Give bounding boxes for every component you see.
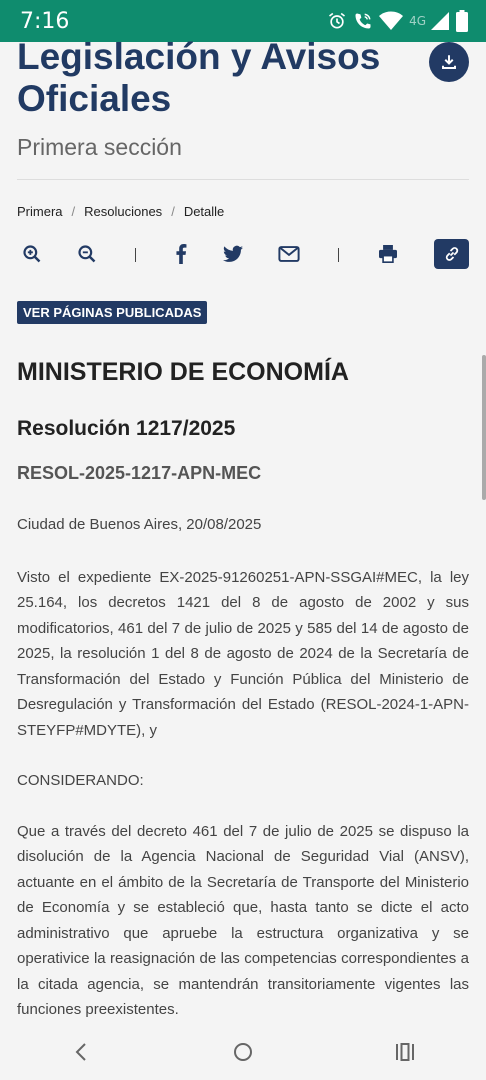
print-button[interactable] xyxy=(373,239,403,269)
toolbar-separator xyxy=(338,248,339,262)
resolucion-heading: Resolución 1217/2025 xyxy=(17,417,236,440)
email-share-button[interactable] xyxy=(274,239,304,269)
battery-icon xyxy=(456,10,468,32)
download-button[interactable] xyxy=(429,42,469,82)
download-icon xyxy=(442,55,456,69)
zoom-in-button[interactable] xyxy=(17,239,47,269)
breadcrumb-item-resoluciones[interactable]: Resoluciones xyxy=(84,204,162,219)
document-date: Ciudad de Buenos Aires, 20/08/2025 xyxy=(17,516,262,533)
toolbar-separator xyxy=(135,248,136,262)
status-time: 7:16 xyxy=(20,8,70,34)
signal-icon xyxy=(431,12,449,30)
recents-icon xyxy=(396,1043,414,1061)
mail-icon xyxy=(278,246,300,262)
status-icons: 4G xyxy=(327,10,468,32)
ministerio-heading: MINISTERIO DE ECONOMÍA xyxy=(17,358,349,386)
facebook-share-button[interactable] xyxy=(166,239,196,269)
printer-icon xyxy=(379,245,397,263)
breadcrumb-separator: / xyxy=(71,204,76,219)
divider xyxy=(17,179,469,180)
zoom-out-button[interactable] xyxy=(72,239,102,269)
page-subtitle: Primera sección xyxy=(17,134,182,160)
main-content: Legislación y Avisos Oficiales Primera s… xyxy=(17,36,469,1023)
wifi-calling-icon xyxy=(355,13,371,29)
recents-button[interactable] xyxy=(385,1032,425,1072)
link-icon xyxy=(445,247,458,261)
back-button[interactable] xyxy=(61,1032,101,1072)
zoom-in-icon xyxy=(23,245,41,263)
android-nav-bar xyxy=(0,1024,486,1080)
breadcrumb: Primera / Resoluciones / Detalle xyxy=(17,204,469,219)
zoom-out-icon xyxy=(78,245,96,263)
home-button[interactable] xyxy=(223,1032,263,1072)
considerando-paragraph: Que a través del decreto 461 del 7 de ju… xyxy=(17,822,469,1019)
copy-link-button[interactable] xyxy=(434,239,469,269)
twitter-icon xyxy=(223,245,243,262)
page-title: Legislación y Avisos Oficiales xyxy=(17,36,381,119)
twitter-share-button[interactable] xyxy=(218,239,248,269)
visto-paragraph: Visto el expediente EX-2025-91260251-APN… xyxy=(17,568,469,739)
resolucion-code: RESOL-2025-1217-APN-MEC xyxy=(17,463,262,483)
facebook-icon xyxy=(176,244,187,264)
network-type: 4G xyxy=(409,14,426,28)
breadcrumb-separator: / xyxy=(171,204,175,219)
ver-paginas-publicadas-button[interactable]: VER PÁGINAS PUBLICADAS xyxy=(17,301,208,324)
back-icon xyxy=(75,1043,86,1061)
breadcrumb-item-primera[interactable]: Primera xyxy=(17,204,63,219)
considerando-heading: CONSIDERANDO: xyxy=(17,772,144,789)
wifi-icon xyxy=(379,11,404,30)
alarm-icon xyxy=(329,12,346,29)
document-toolbar xyxy=(17,239,469,273)
scrollbar-thumb[interactable] xyxy=(482,355,486,500)
home-icon xyxy=(234,1043,252,1061)
breadcrumb-item-detalle[interactable]: Detalle xyxy=(184,204,224,219)
